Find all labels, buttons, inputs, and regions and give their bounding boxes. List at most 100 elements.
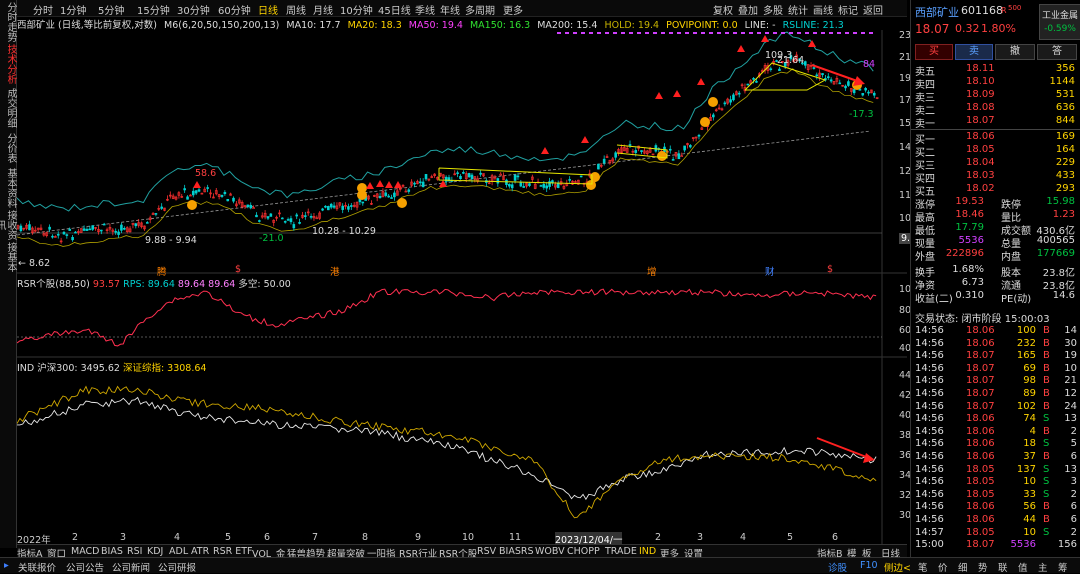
tool-stats[interactable]: 统计 (788, 2, 808, 17)
tool-overlay[interactable]: 叠加 (738, 2, 758, 17)
bid-row[interactable]: 买二 18.05 164 (911, 144, 1080, 159)
tick-count: 13 (1064, 413, 1077, 425)
chart-area[interactable]: 23.63 21.48 19.53 17.75 15.97 14.38 12.9… (17, 30, 943, 546)
stock-code: 601168 (961, 4, 1003, 17)
indicator-tab[interactable]: ADL (169, 546, 188, 557)
candle (186, 196, 189, 200)
candle (341, 205, 344, 210)
candle (62, 231, 66, 235)
bid-row[interactable]: 买五 18.02 293 (911, 183, 1080, 198)
indicator-tab-ind[interactable]: IND (639, 546, 656, 557)
period-tab[interactable]: 月线 (313, 2, 333, 17)
tool-mark[interactable]: 标记 (838, 2, 858, 17)
tick-price: 18.05 (966, 463, 995, 475)
candle (51, 235, 54, 238)
tick-count: 14 (1064, 325, 1077, 336)
rsr-name: RSR个股(88,50) (17, 279, 90, 290)
indicator-tab[interactable]: WOBV (535, 546, 565, 557)
tick-price: 18.07 (966, 350, 995, 362)
indicator-tab[interactable]: KDJ (147, 546, 163, 557)
level-price: 18.09 (966, 89, 995, 100)
tick-price: 18.06 (966, 501, 995, 513)
x-tick: 4 (740, 532, 747, 543)
event-marker[interactable]: 财 (765, 264, 775, 278)
indicator-tab[interactable]: RSV (477, 546, 496, 557)
candle (85, 228, 89, 231)
indicator-tab[interactable]: RSR ETF (213, 546, 253, 557)
candle (134, 223, 138, 227)
period-tab[interactable]: 年线 (440, 2, 460, 17)
answer-button[interactable]: 答 (1037, 44, 1077, 60)
bid-row[interactable]: 买四 18.03 433 (911, 170, 1080, 185)
period-tab[interactable]: 多周期 (465, 2, 495, 17)
ask-row[interactable]: 卖五 18.11 356 (911, 63, 1080, 78)
period-tab[interactable]: 10分钟 (340, 2, 373, 17)
indicator-tab[interactable]: RSI (127, 546, 142, 557)
indicator-tab[interactable]: BIAS (101, 546, 123, 557)
cancel-order-button[interactable]: 撤 (995, 44, 1035, 60)
tool-fuquan[interactable]: 复权 (713, 2, 733, 17)
period-tab-daily[interactable]: 日线 (258, 2, 278, 17)
candle (407, 189, 411, 192)
tab-basic-info[interactable]: 基本资料 (0, 168, 16, 208)
indicator-tab[interactable]: MACD (71, 546, 99, 557)
sell-button[interactable]: 卖 (955, 44, 993, 60)
indicator-tab[interactable]: TRADE (605, 546, 637, 557)
tick-side: B (1043, 501, 1050, 513)
period-tab[interactable]: 周线 (286, 2, 306, 17)
tab-price-table[interactable]: 分价表 (0, 130, 16, 166)
last-price: 18.07 (915, 22, 950, 36)
buy-button[interactable]: 买 (915, 44, 953, 60)
tick-side: S (1043, 438, 1050, 450)
candle (91, 225, 95, 230)
period-tab[interactable]: 30分钟 (177, 2, 210, 17)
event-marker[interactable]: 港 (330, 264, 340, 278)
bid-row[interactable]: 买三 18.04 229 (911, 157, 1080, 172)
tick-count: 24 (1064, 400, 1077, 412)
event-marker[interactable]: $ (235, 264, 241, 275)
candle (510, 184, 514, 189)
indicator-tab[interactable]: ATR (191, 546, 209, 557)
period-tab[interactable]: 1分钟 (60, 2, 86, 17)
tick-count: 19 (1064, 350, 1077, 362)
stat-value: 6.73 (961, 277, 984, 288)
event-marker[interactable]: $ (827, 264, 833, 275)
indicator-tab[interactable]: CHOPP (567, 546, 600, 557)
signal-triangle (376, 180, 384, 187)
divider (911, 129, 1080, 130)
trend-annotation (744, 62, 827, 91)
period-tab[interactable]: 分时 (33, 2, 53, 17)
tab-technical-analysis[interactable]: 技术分析 (0, 44, 16, 84)
back-button[interactable]: 返回 (863, 2, 883, 17)
tick-row: 14:57 18.05 10 S 2 (911, 527, 1080, 540)
tick-volume: 37 (1023, 451, 1036, 462)
ask-row[interactable]: 卖三 18.09 531 (911, 89, 1080, 104)
indicator-tab[interactable]: BIASRS (499, 546, 533, 557)
tab-trade-detail[interactable]: 成交明细 (0, 88, 16, 128)
event-marker[interactable]: 增 (647, 264, 657, 278)
candle (499, 173, 503, 176)
tool-multi-stock[interactable]: 多股 (763, 2, 783, 17)
period-tab[interactable]: 15分钟 (137, 2, 170, 17)
period-tab[interactable]: 季线 (415, 2, 435, 17)
f10-link[interactable]: F10 (860, 560, 878, 571)
stat-value: 0.310 (955, 290, 984, 301)
period-tab[interactable]: 45日线 (378, 2, 411, 17)
bid-row[interactable]: 买一 18.06 169 (911, 131, 1080, 146)
ask-row[interactable]: 卖二 18.08 636 (911, 102, 1080, 117)
x-tick: 11 (509, 532, 522, 543)
more-periods[interactable]: 更多 (503, 2, 523, 17)
level-price: 18.02 (966, 183, 995, 194)
period-tab[interactable]: 5分钟 (98, 2, 124, 17)
tab-minute-chart[interactable]: 分时走势 (0, 2, 16, 42)
tick-time: 14:56 (915, 350, 944, 362)
period-tab[interactable]: 60分钟 (218, 2, 251, 17)
tab-news[interactable]: 接收资讯 (0, 210, 16, 240)
tool-draw-line[interactable]: 画线 (813, 2, 833, 17)
stat-row: 收益(二) 0.310 PE(动) 14.6 (911, 290, 1080, 305)
ask-row[interactable]: 卖一 18.07 844 (911, 115, 1080, 130)
annotation-rs: -21.0 (259, 233, 284, 244)
ask-row[interactable]: 卖四 18.10 1144 (911, 76, 1080, 91)
x-tick: 10 (462, 532, 475, 543)
tab-basic2[interactable]: 接基本 (0, 242, 16, 272)
